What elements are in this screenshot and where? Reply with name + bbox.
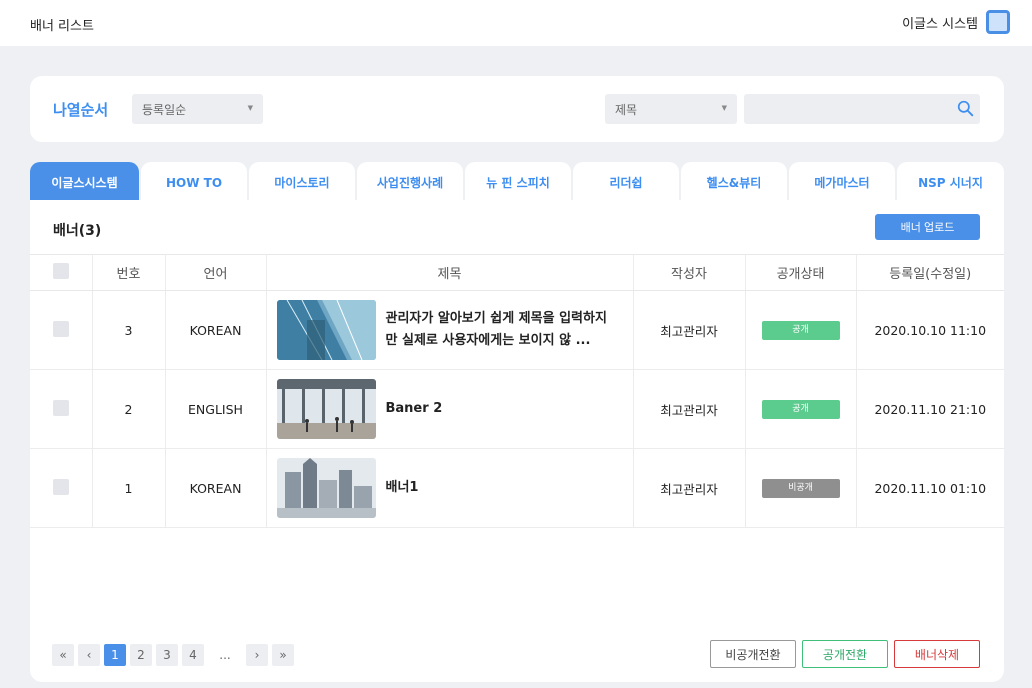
tab-how-to[interactable]: HOW TO [141,162,247,202]
table-row[interactable]: 3 KOREAN 관리자가 알아보기 쉽게 제목을 입력하지만 실제로 사용자에… [30,290,1004,370]
row-author: 최고관리자 [633,448,746,528]
sort-select[interactable]: 등록일순 ▼ [132,94,263,124]
last-page-button[interactable]: » [272,644,294,666]
row-checkbox[interactable] [52,399,69,416]
row-language: KOREAN [165,448,267,528]
brand[interactable]: 이글스 시스템 [902,10,1010,34]
row-checkbox[interactable] [52,320,69,337]
row-number: 2 [92,369,166,449]
row-title-cell[interactable]: Baner 2 [266,369,634,449]
row-date: 2020.11.10 01:10 [856,448,1004,528]
row-select-cell [30,290,93,370]
page-2-button[interactable]: 2 [130,644,152,666]
top-bar: 배너 리스트 이글스 시스템 [0,0,1032,46]
upload-banner-button[interactable]: 배너 업로드 [875,214,980,240]
row-status-cell: 공개 [745,290,857,370]
status-badge: 공개 [761,400,840,419]
search-field-select[interactable]: 제목 ▼ [605,94,737,124]
row-number: 1 [92,448,166,528]
row-title: 관리자가 알아보기 쉽게 제목을 입력하지만 실제로 사용자에게는 보이지 않 … [385,311,607,348]
column-header: 작성자 [633,254,746,291]
tab-nsp-synergy[interactable]: NSP 시너지 [897,162,1004,202]
banner-list-panel: 배너(3) 배너 업로드 번호 언어 제목 작성자 공개상태 등록일(수정일) … [30,200,1004,682]
row-checkbox[interactable] [52,478,69,495]
row-select-cell [30,369,93,449]
row-title: Baner 2 [385,401,443,416]
tab-my-story[interactable]: 마이스토리 [249,162,355,202]
row-number: 3 [92,290,166,370]
page-title: 배너 리스트 [30,19,94,34]
banner-thumbnail [276,458,376,518]
banner-thumbnail [276,300,376,360]
make-public-button[interactable]: 공개전환 [802,640,888,668]
sort-select-value: 등록일순 [142,103,187,117]
row-title: 배너1 [385,480,419,495]
column-header: 등록일(수정일) [856,254,1004,291]
tab-eagles-system[interactable]: 이글스시스템 [30,162,139,202]
sort-label: 나열순서 [53,101,109,119]
page-1-button[interactable]: 1 [104,644,126,666]
brand-name: 이글스 시스템 [902,16,978,32]
tab-new-pin-speech[interactable]: 뉴 핀 스피치 [465,162,571,202]
caret-down-icon: ▼ [721,104,727,112]
search-input[interactable] [744,94,980,124]
list-title: 배너(3) [53,223,102,239]
status-badge: 공개 [761,321,840,340]
tab-business-cases[interactable]: 사업진행사례 [357,162,463,202]
row-language: KOREAN [165,290,267,370]
row-status-cell: 공개 [745,369,857,449]
brand-logo-icon [986,10,1010,34]
make-private-button[interactable]: 비공개전환 [710,640,796,668]
category-tabs: 이글스시스템 HOW TO 마이스토리 사업진행사례 뉴 핀 스피치 리더쉽 헬… [30,162,1004,202]
tab-health-beauty[interactable]: 헬스&뷰티 [681,162,787,202]
table-row[interactable]: 2 ENGLISH Baner 2 최고관리자 공개 2020.11.10 21… [30,369,1004,449]
page-4-button[interactable]: 4 [182,644,204,666]
column-header: 번호 [92,254,166,291]
row-date: 2020.11.10 21:10 [856,369,1004,449]
tab-leadership[interactable]: 리더쉽 [573,162,679,202]
tab-mega-master[interactable]: 메가마스터 [789,162,895,202]
next-page-button[interactable]: › [246,644,268,666]
select-all-checkbox[interactable] [52,262,69,279]
row-title-cell[interactable]: 관리자가 알아보기 쉽게 제목을 입력하지만 실제로 사용자에게는 보이지 않 … [266,290,634,370]
filter-panel: 나열순서 등록일순 ▼ 제목 ▼ [30,76,1004,142]
banner-table: 번호 언어 제목 작성자 공개상태 등록일(수정일) 3 KOREAN 관리자가… [30,254,1004,528]
row-language: ENGLISH [165,369,267,449]
prev-page-button[interactable]: ‹ [78,644,100,666]
row-status-cell: 비공개 [745,448,857,528]
first-page-button[interactable]: « [52,644,74,666]
row-title-cell[interactable]: 배너1 [266,448,634,528]
select-all-cell [30,254,93,291]
table-header-row: 번호 언어 제목 작성자 공개상태 등록일(수정일) [30,254,1004,291]
row-select-cell [30,448,93,528]
search-icon[interactable] [957,100,974,117]
caret-down-icon: ▼ [247,104,253,112]
column-header: 공개상태 [745,254,857,291]
row-author: 최고관리자 [633,290,746,370]
delete-banner-button[interactable]: 배너삭제 [894,640,980,668]
banner-thumbnail [276,379,376,439]
column-header: 제목 [266,254,634,291]
page-ellipsis: ... [219,648,231,662]
row-date: 2020.10.10 11:10 [856,290,1004,370]
status-badge: 비공개 [761,479,840,498]
pagination: « ‹ 1 2 3 4 ... › » [52,644,294,666]
search-field-value: 제목 [615,103,638,117]
row-author: 최고관리자 [633,369,746,449]
table-row[interactable]: 1 KOREAN 배너1 최고관리자 비공개 2020.11.10 01:10 [30,448,1004,528]
page-3-button[interactable]: 3 [156,644,178,666]
column-header: 언어 [165,254,267,291]
